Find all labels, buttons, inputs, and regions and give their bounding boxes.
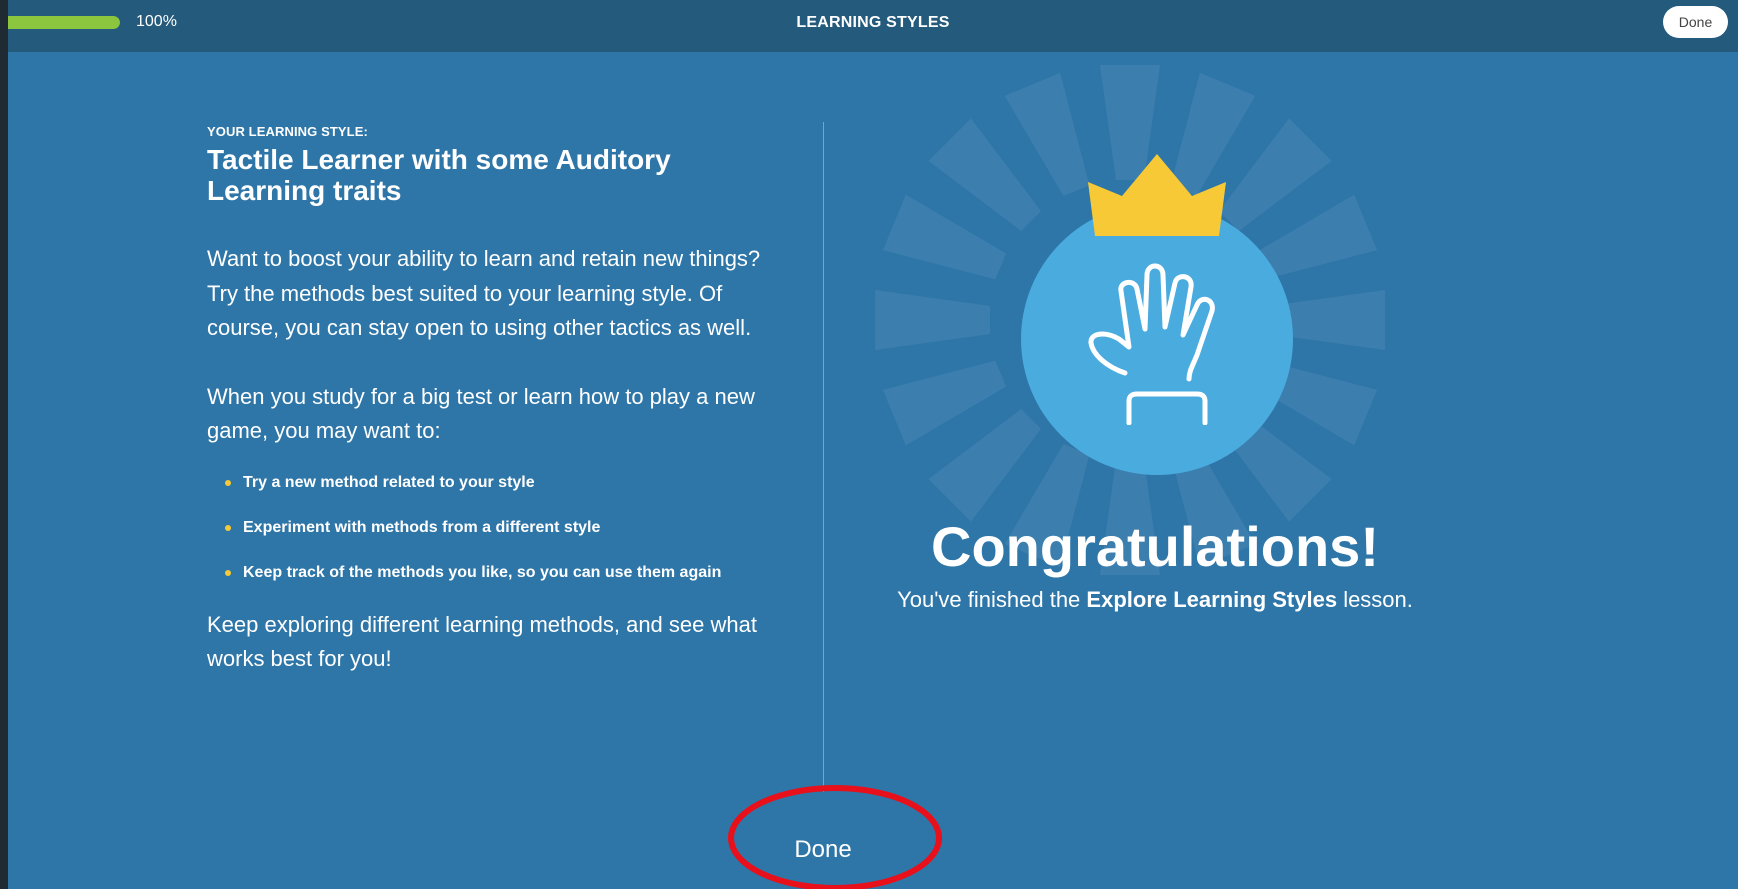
column-divider xyxy=(823,122,824,792)
headline-line-2: Learning traits xyxy=(207,175,402,206)
page-title: LEARNING STYLES xyxy=(796,14,950,31)
hand-icon xyxy=(1088,263,1215,425)
tips-list: Try a new method related to your style E… xyxy=(207,473,787,583)
list-item: Experiment with methods from a different… xyxy=(225,518,787,538)
list-item-text: Experiment with methods from a different… xyxy=(243,518,601,536)
bullet-dot xyxy=(225,569,231,576)
header-done-button[interactable]: Done xyxy=(1663,6,1728,38)
list-item-text: Keep track of the methods you like, so y… xyxy=(243,563,722,581)
section-eyebrow: YOUR LEARNING STYLE: xyxy=(207,124,368,139)
list-item-text: Try a new method related to your style xyxy=(243,473,535,491)
study-paragraph: When you study for a big test or learn h… xyxy=(207,383,755,444)
congratulations-heading: Congratulations! xyxy=(931,515,1379,578)
headline-line-1: Tactile Learner with some Auditory xyxy=(207,144,671,175)
learning-style-headline: Tactile Learner with some Auditory Learn… xyxy=(207,144,787,206)
window-edge xyxy=(0,0,8,889)
bullet-dot xyxy=(225,524,231,531)
closing-paragraph: Keep exploring different learning method… xyxy=(207,611,757,672)
top-bar: 100% LEARNING STYLES Done xyxy=(8,0,1738,52)
intro-paragraph: Want to boost your ability to learn and … xyxy=(207,246,761,340)
completion-text-end: lesson. xyxy=(1343,587,1413,612)
list-item: Try a new method related to your style xyxy=(225,473,787,493)
crown-icon xyxy=(1088,154,1226,236)
lesson-name: Explore Learning Styles xyxy=(1086,587,1338,612)
highlight-circle xyxy=(728,785,942,889)
list-item: Keep track of the methods you like, so y… xyxy=(225,563,787,583)
learning-style-summary: YOUR LEARNING STYLE: Tactile Learner wit… xyxy=(207,124,787,677)
completion-text-start: You've finished the xyxy=(897,587,1081,612)
bullet-dot xyxy=(225,479,231,486)
completion-message: You've finished the Explore Learning Sty… xyxy=(830,587,1480,613)
